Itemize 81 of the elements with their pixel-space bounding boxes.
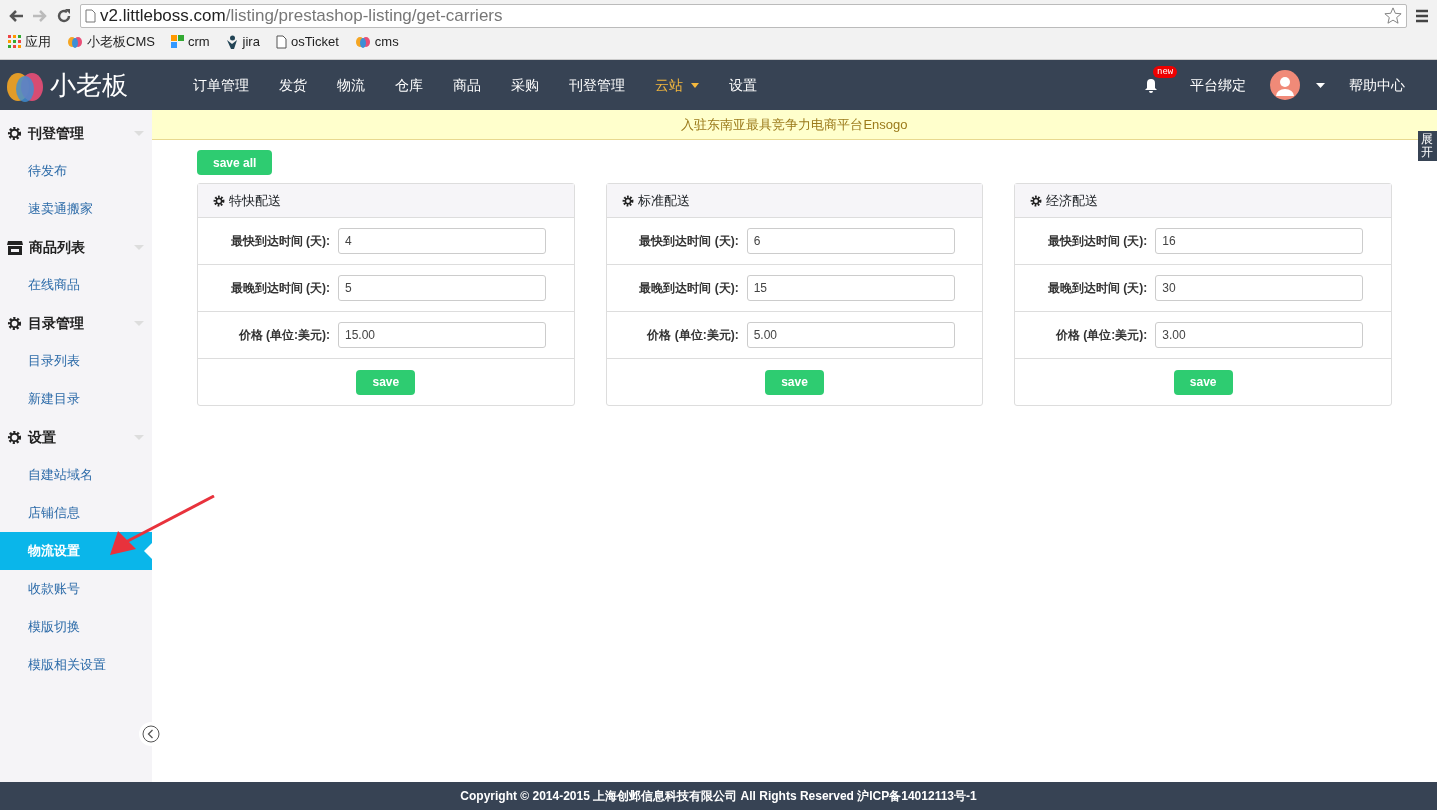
input-field[interactable]: 5.00 [746, 322, 955, 348]
url-host: v2.littleboss.com [100, 6, 226, 25]
card-title: 标准配送 [637, 191, 690, 210]
nav-menu-item[interactable]: 发货 [264, 74, 322, 96]
url-path: /listing/prestashop-listing/get-carriers [225, 6, 503, 25]
avatar-icon[interactable] [1270, 70, 1300, 100]
footer-copyright: Copyright © 2014-2015 上海创邺信息科技有限公司 All Rights Reserved 沪ICP备14012113号-1 [0, 782, 1437, 810]
figure-icon [225, 34, 239, 49]
address-bar[interactable]: v2.littleboss.com/listing/prestashop-listing/get-carriers [80, 4, 1407, 28]
lotus-icon [67, 35, 83, 49]
input-field[interactable]: 15.00 [338, 322, 546, 348]
field-label: 最快到达时间 (天): [1047, 233, 1149, 250]
input-field[interactable]: 15 [746, 275, 955, 301]
back-icon[interactable] [8, 9, 24, 23]
sidebar-group-header[interactable]: 目录管理 [0, 304, 152, 342]
field-label: 最快到达时间 (天): [638, 233, 740, 250]
sidebar-item[interactable]: 收款账号 [0, 570, 152, 608]
input-field[interactable]: 30 [1155, 275, 1364, 301]
gear-icon [7, 125, 22, 141]
sidebar-item[interactable]: 目录列表 [0, 342, 152, 380]
page-icon [275, 34, 287, 49]
nav-menu-item[interactable]: 物流 [322, 74, 380, 96]
nav-menu-item[interactable]: 采购 [496, 74, 554, 96]
bookmark[interactable]: 小老板CMS [67, 32, 155, 52]
input-field[interactable]: 16 [1155, 228, 1364, 254]
bookmark[interactable]: crm [170, 32, 210, 52]
sidebar-item[interactable]: 待发布 [0, 152, 152, 190]
menu-icon[interactable] [1415, 9, 1429, 23]
bell-icon[interactable] [1144, 77, 1158, 94]
nav-menu-item[interactable]: 刊登管理 [554, 74, 640, 96]
page-icon [85, 9, 96, 23]
nav-menu-item[interactable]: 商品 [438, 74, 496, 96]
gear-icon [1030, 194, 1043, 207]
sidebar-group-header[interactable]: 商品列表 [0, 228, 152, 266]
field-label: 价格 (单位:美元): [237, 327, 331, 344]
nav-menu-item[interactable]: 云站 [640, 74, 714, 96]
sidebar-item[interactable]: 自建站域名 [0, 456, 152, 494]
sidebar-item[interactable]: 店铺信息 [0, 494, 152, 532]
nav-menu-item[interactable]: 设置 [714, 74, 772, 96]
logo-text: 小老板 [50, 68, 128, 102]
nav-menu-item[interactable]: 仓库 [380, 74, 438, 96]
input-field[interactable]: 5 [338, 275, 546, 301]
new-badge: new [1153, 66, 1178, 79]
squares-icon [170, 35, 184, 49]
nav-menu-item[interactable]: 订单管理 [178, 74, 264, 96]
input-field[interactable]: 3.00 [1155, 322, 1364, 348]
star-icon[interactable] [1384, 7, 1402, 25]
sidebar-item[interactable]: 模版切换 [0, 608, 152, 646]
gear-icon [7, 429, 22, 445]
help-center-link[interactable]: 帮助中心 [1341, 74, 1413, 96]
bookmark[interactable]: osTicket [275, 32, 339, 52]
caret-icon[interactable] [1316, 82, 1325, 88]
lotus-icon [354, 35, 371, 49]
caret-icon [691, 82, 699, 88]
sidebar-item[interactable]: 新建目录 [0, 380, 152, 418]
reload-icon[interactable] [56, 8, 72, 24]
field-label: 价格 (单位:美元): [646, 327, 740, 344]
sidebar-group-header[interactable]: 设置 [0, 418, 152, 456]
bookmark[interactable]: 应用 [8, 32, 51, 52]
sidebar-group-header[interactable]: 刊登管理 [0, 114, 152, 152]
gear-icon [213, 194, 225, 207]
field-label: 最快到达时间 (天): [229, 233, 331, 250]
sidebar-item[interactable]: 模版相关设置 [0, 646, 152, 684]
gear-icon [7, 315, 22, 331]
expand-tab[interactable]: 展开 [1418, 131, 1437, 162]
input-field[interactable]: 6 [746, 228, 955, 254]
store-icon [7, 239, 23, 255]
input-field[interactable]: 4 [338, 228, 546, 254]
bookmark[interactable]: jira [225, 32, 260, 52]
field-label: 价格 (单位:美元): [1055, 327, 1149, 344]
sidebar-item[interactable]: 在线商品 [0, 266, 152, 304]
field-label: 最晚到达时间 (天): [1047, 280, 1149, 297]
gear-icon [621, 194, 634, 207]
field-label: 最晚到达时间 (天): [638, 280, 740, 297]
bookmark[interactable]: cms [354, 32, 399, 52]
platform-binding-link[interactable]: 平台绑定 [1182, 74, 1254, 96]
card-title: 特快配送 [229, 191, 281, 210]
apps-grid-icon [8, 35, 21, 49]
field-label: 最晚到达时间 (天): [229, 280, 331, 297]
sidebar-item[interactable]: 速卖通搬家 [0, 190, 152, 228]
card-title: 经济配送 [1046, 191, 1099, 210]
